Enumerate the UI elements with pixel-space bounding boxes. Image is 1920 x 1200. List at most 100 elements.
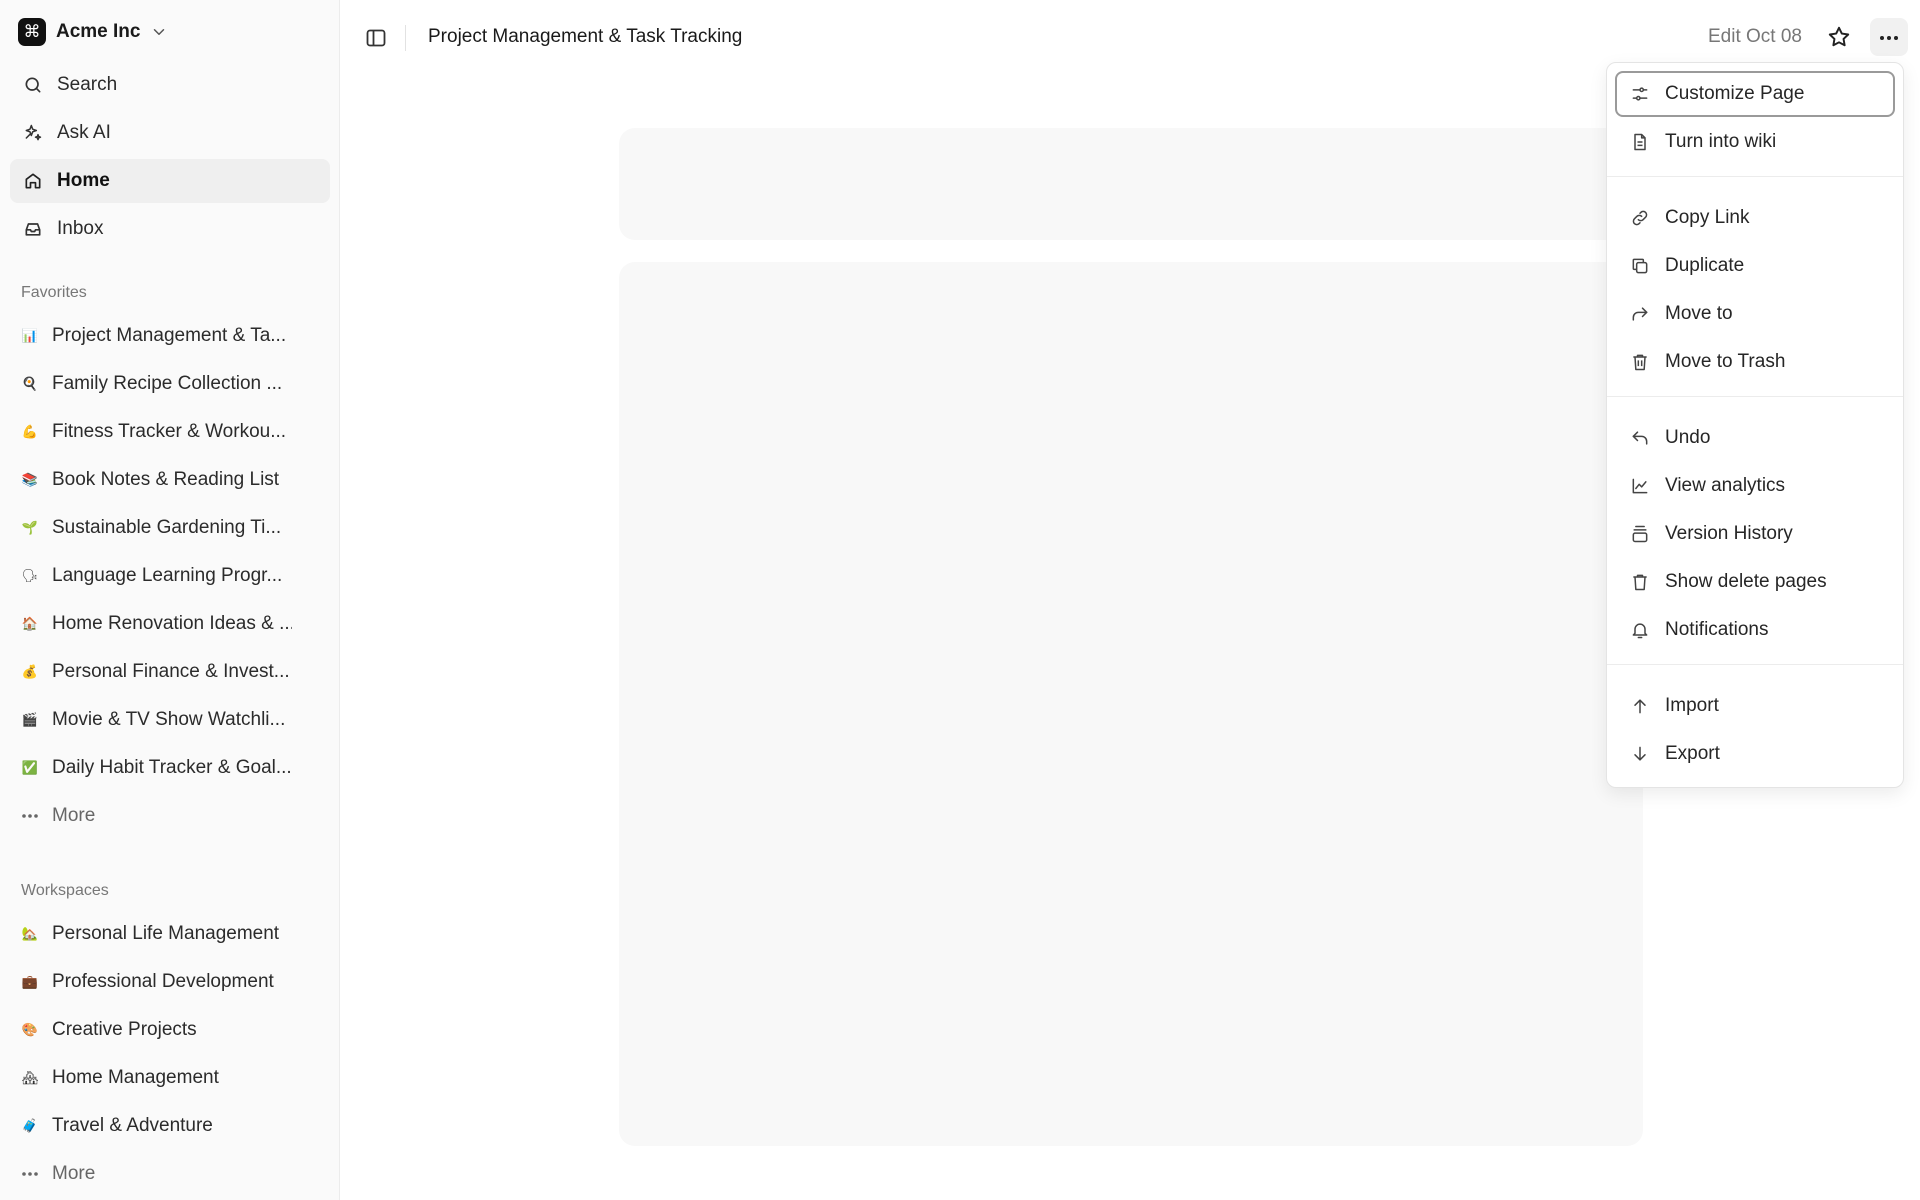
star-icon[interactable]: [1826, 24, 1852, 50]
favorite-item-label: Movie & TV Show Watchli...: [52, 709, 286, 730]
menu-item-label: Undo: [1665, 427, 1711, 448]
menu-item-customize-page[interactable]: Customize Page: [1615, 71, 1895, 117]
menu-item-label: Move to: [1665, 303, 1733, 324]
cooking-emoji-icon: 🍳: [21, 376, 39, 391]
nav-home[interactable]: Home: [10, 159, 330, 203]
favorite-item[interactable]: ✅ Daily Habit Tracker & Goal...: [10, 746, 330, 790]
nav-search-label: Search: [57, 74, 118, 95]
menu-item-copy-link[interactable]: Copy Link: [1615, 195, 1895, 241]
ellipsis-icon: [1879, 28, 1899, 46]
menu-item-view-analytics[interactable]: View analytics: [1615, 463, 1895, 509]
menu-item-label: Import: [1665, 695, 1719, 716]
menu-item-label: Duplicate: [1665, 255, 1745, 276]
favorite-item[interactable]: 🏠 Home Renovation Ideas & ...: [10, 602, 330, 646]
house-garden-emoji-icon: 🏡: [21, 926, 39, 941]
muscle-emoji-icon: 💪: [21, 424, 39, 439]
palette-emoji-icon: 🎨: [21, 1022, 39, 1037]
copy-icon: [1629, 255, 1651, 277]
menu-item-import[interactable]: Import: [1615, 683, 1895, 729]
menu-item-move-to[interactable]: Move to: [1615, 291, 1895, 337]
menu-separator: [1607, 176, 1903, 177]
workspace-item[interactable]: 🎨 Creative Projects: [10, 1008, 330, 1052]
houses-emoji-icon: 🏘: [21, 1070, 39, 1085]
favorite-item-label: Home Renovation Ideas & ...: [52, 613, 292, 634]
chevron-down-icon: [150, 23, 168, 41]
favorite-item[interactable]: 🎬 Movie & TV Show Watchli...: [10, 698, 330, 742]
nav-ask-ai-label: Ask AI: [57, 122, 111, 143]
workspace-item[interactable]: 💼 Professional Development: [10, 960, 330, 1004]
header-divider: [405, 25, 406, 51]
favorite-item[interactable]: 📚 Book Notes & Reading List: [10, 458, 330, 502]
favorites-more-label: More: [52, 805, 96, 826]
forward-arrow-icon: [1629, 303, 1651, 325]
more-options-button[interactable]: [1870, 18, 1908, 56]
search-icon: [22, 74, 44, 96]
document-icon: [1629, 131, 1651, 153]
menu-item-notifications[interactable]: Notifications: [1615, 607, 1895, 653]
menu-separator: [1607, 396, 1903, 397]
menu-item-export[interactable]: Export: [1615, 731, 1895, 777]
trash-icon: [1629, 571, 1651, 593]
menu-item-turn-into-wiki[interactable]: Turn into wiki: [1615, 119, 1895, 165]
trash-icon: [1629, 351, 1651, 373]
menu-item-label: Move to Trash: [1665, 351, 1786, 372]
arrow-down-icon: [1629, 743, 1651, 765]
favorite-item[interactable]: 🗣 Language Learning Progr...: [10, 554, 330, 598]
workspace-item[interactable]: 🏡 Personal Life Management: [10, 912, 330, 956]
briefcase-emoji-icon: 💼: [21, 974, 39, 989]
favorites-more-button[interactable]: More: [10, 794, 330, 838]
luggage-emoji-icon: 🧳: [21, 1118, 39, 1133]
sidebar-toggle-icon[interactable]: [364, 26, 388, 50]
workspace-item[interactable]: 🧳 Travel & Adventure: [10, 1104, 330, 1148]
menu-item-label: Export: [1665, 743, 1720, 764]
undo-icon: [1629, 427, 1651, 449]
workspace-item-label: Travel & Adventure: [52, 1115, 213, 1136]
menu-item-label: Customize Page: [1665, 83, 1805, 104]
favorites-section-label: Favorites: [21, 284, 87, 301]
workspace-item-label: Professional Development: [52, 971, 274, 992]
favorite-item-label: Personal Finance & Invest...: [52, 661, 290, 682]
menu-separator: [1607, 664, 1903, 665]
menu-item-duplicate[interactable]: Duplicate: [1615, 243, 1895, 289]
nav-home-label: Home: [57, 170, 110, 191]
menu-item-label: Notifications: [1665, 619, 1769, 640]
house-emoji-icon: 🏠: [21, 616, 39, 631]
workspace-item-label: Personal Life Management: [52, 923, 280, 944]
menu-item-move-to-trash[interactable]: Move to Trash: [1615, 339, 1895, 385]
menu-item-version-history[interactable]: Version History: [1615, 511, 1895, 557]
favorite-item[interactable]: 🌱 Sustainable Gardening Ti...: [10, 506, 330, 550]
content-placeholder-header: [619, 128, 1643, 240]
workspaces-more-button[interactable]: More: [10, 1152, 330, 1196]
app-window: ⌘ Acme Inc Search Ask AI Home Inbox Favo…: [0, 0, 1920, 1200]
layers-icon: [1629, 523, 1651, 545]
nav-ask-ai[interactable]: Ask AI: [10, 111, 330, 155]
favorite-item[interactable]: 🍳 Family Recipe Collection ...: [10, 362, 330, 406]
speaking-head-emoji-icon: 🗣: [21, 568, 39, 583]
money-bag-emoji-icon: 💰: [21, 664, 39, 679]
favorite-item[interactable]: 💪 Fitness Tracker & Workou...: [10, 410, 330, 454]
edit-date: Edit Oct 08: [1708, 26, 1802, 47]
workspace-item[interactable]: 🏘 Home Management: [10, 1056, 330, 1100]
check-mark-emoji-icon: ✅: [21, 760, 39, 775]
menu-item-label: Version History: [1665, 523, 1793, 544]
favorite-item-label: Book Notes & Reading List: [52, 469, 280, 490]
page-options-menu: Customize Page Turn into wiki Copy Link …: [1606, 62, 1904, 788]
nav-search[interactable]: Search: [10, 63, 330, 107]
workspace-item-label: Creative Projects: [52, 1019, 197, 1040]
menu-item-undo[interactable]: Undo: [1615, 415, 1895, 461]
favorite-item[interactable]: 📊 Project Management & Ta...: [10, 314, 330, 358]
arrow-up-icon: [1629, 695, 1651, 717]
favorite-item-label: Family Recipe Collection ...: [52, 373, 283, 394]
workspace-switcher[interactable]: ⌘ Acme Inc: [18, 16, 168, 48]
page-title: Project Management & Task Tracking: [428, 26, 743, 47]
workspace-logo: ⌘: [18, 18, 46, 46]
books-emoji-icon: 📚: [21, 472, 39, 487]
nav-inbox-label: Inbox: [57, 218, 104, 239]
favorite-item[interactable]: 💰 Personal Finance & Invest...: [10, 650, 330, 694]
ellipsis-icon: [20, 1164, 40, 1184]
menu-item-show-delete-pages[interactable]: Show delete pages: [1615, 559, 1895, 605]
workspaces-more-label: More: [52, 1163, 96, 1184]
menu-item-label: Show delete pages: [1665, 571, 1827, 592]
nav-inbox[interactable]: Inbox: [10, 207, 330, 251]
content-placeholder-body: [619, 262, 1643, 1146]
